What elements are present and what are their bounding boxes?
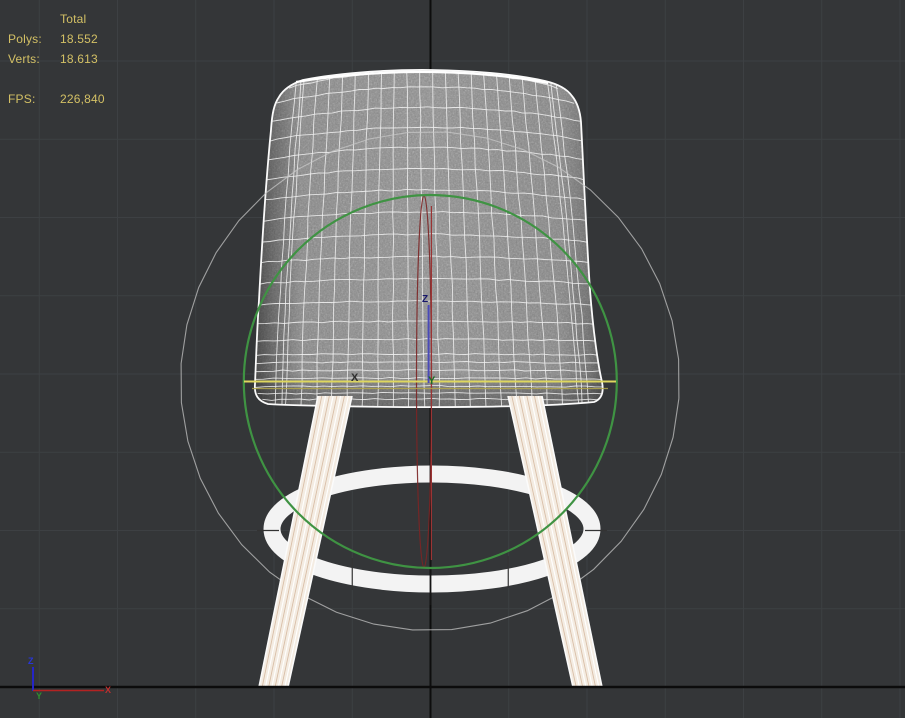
- stats-fps-label: FPS:: [8, 92, 36, 106]
- nav-y-label: Y: [36, 691, 42, 701]
- stats-total-header: Total: [60, 12, 87, 26]
- stats-fps-value: 226,840: [60, 92, 105, 106]
- stats-polys-value: 18.552: [60, 32, 98, 46]
- stats-polys-label: Polys:: [8, 32, 42, 46]
- viewport-3d[interactable]: X Y Z Z X Y Total Polys: 18.552 Verts: 18.…: [0, 0, 905, 718]
- stats-verts-value: 18.613: [60, 52, 98, 66]
- nav-x-label: X: [105, 685, 111, 695]
- gizmo-y-label: Y: [428, 375, 436, 387]
- gizmo-x-label: X: [351, 372, 359, 384]
- stats-verts-label: Verts:: [8, 52, 40, 66]
- gizmo-z-label: Z: [422, 294, 428, 305]
- viewport-canvas[interactable]: X Y Z Z X Y: [0, 0, 905, 718]
- nav-z-label: Z: [28, 656, 34, 666]
